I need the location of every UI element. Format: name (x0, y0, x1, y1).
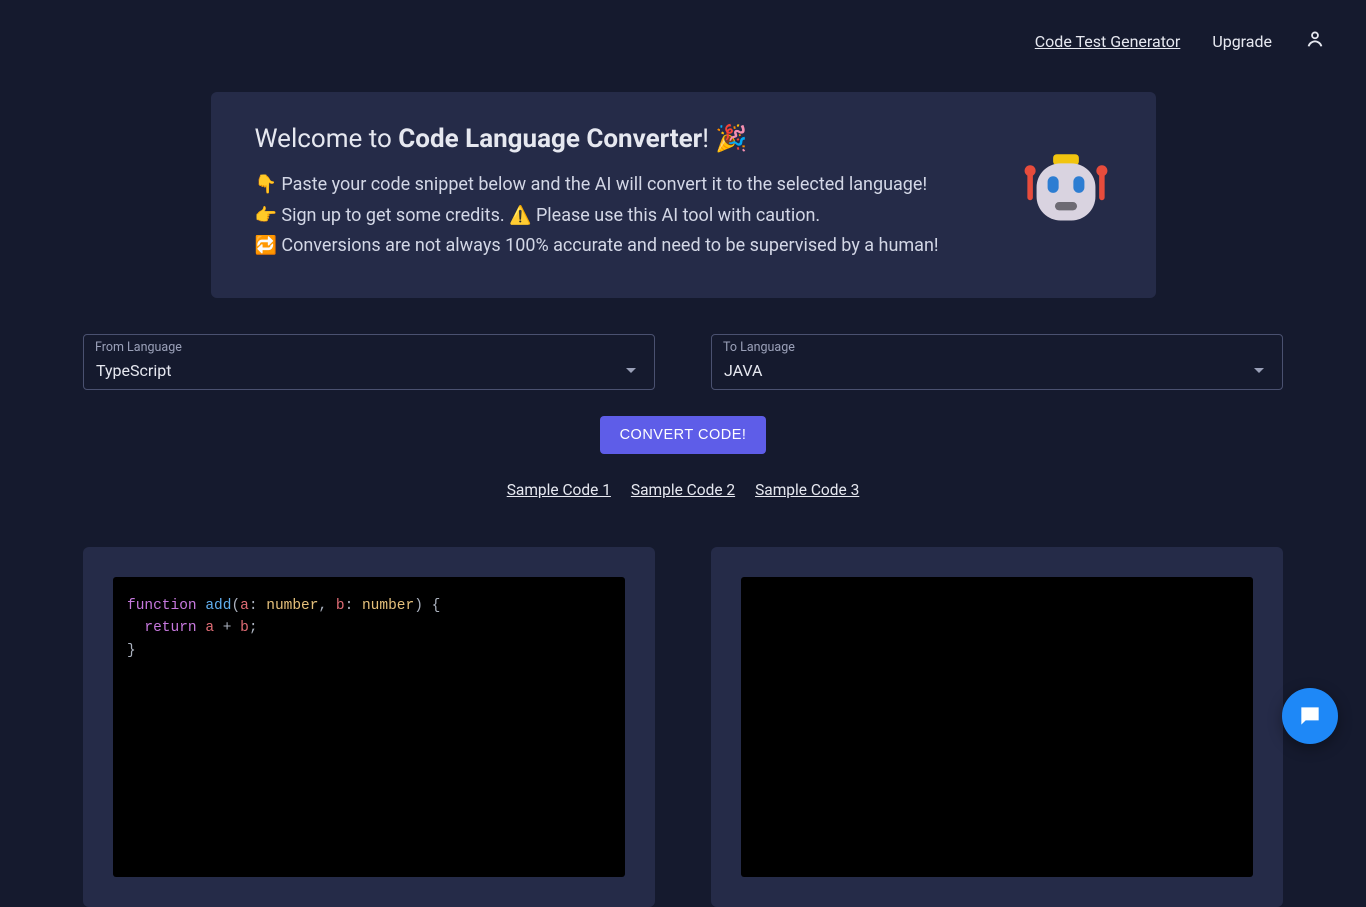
sample-links-row: Sample Code 1 Sample Code 2 Sample Code … (83, 480, 1283, 499)
top-nav: Code Test Generator Upgrade (0, 0, 1366, 54)
source-code-editor[interactable]: function add(a: number, b: number) { ret… (113, 577, 625, 877)
welcome-card: Welcome to Code Language Converter! 🎉 👇 … (211, 92, 1156, 298)
welcome-line-2: 👉 Sign up to get some credits. ⚠️ Please… (255, 201, 939, 232)
chevron-down-icon (626, 368, 636, 373)
output-code-card (711, 547, 1283, 907)
nav-link-code-test-generator[interactable]: Code Test Generator (1035, 32, 1181, 51)
sample-code-3-link[interactable]: Sample Code 3 (755, 481, 859, 499)
convert-code-button[interactable]: CONVERT CODE! (600, 416, 767, 454)
to-language-label: To Language (723, 340, 795, 355)
profile-icon[interactable] (1304, 28, 1326, 54)
welcome-line-1: 👇 Paste your code snippet below and the … (255, 170, 939, 201)
sample-code-1-link[interactable]: Sample Code 1 (507, 481, 611, 499)
from-language-label: From Language (95, 340, 182, 355)
chevron-down-icon (1254, 368, 1264, 373)
welcome-title: Welcome to Code Language Converter! 🎉 (255, 124, 939, 154)
source-code-card: function add(a: number, b: number) { ret… (83, 547, 655, 907)
to-language-value: JAVA (724, 361, 762, 380)
welcome-line-3: 🔁 Conversions are not always 100% accura… (255, 231, 939, 262)
from-language-value: TypeScript (96, 361, 171, 380)
from-language-select[interactable]: From Language TypeScript (83, 334, 655, 390)
sample-code-2-link[interactable]: Sample Code 2 (631, 481, 735, 499)
to-language-select[interactable]: To Language JAVA (711, 334, 1283, 390)
output-code-viewer[interactable] (741, 577, 1253, 877)
robot-icon (1020, 145, 1112, 241)
chat-widget-button[interactable] (1282, 688, 1338, 744)
nav-link-upgrade[interactable]: Upgrade (1212, 32, 1272, 51)
